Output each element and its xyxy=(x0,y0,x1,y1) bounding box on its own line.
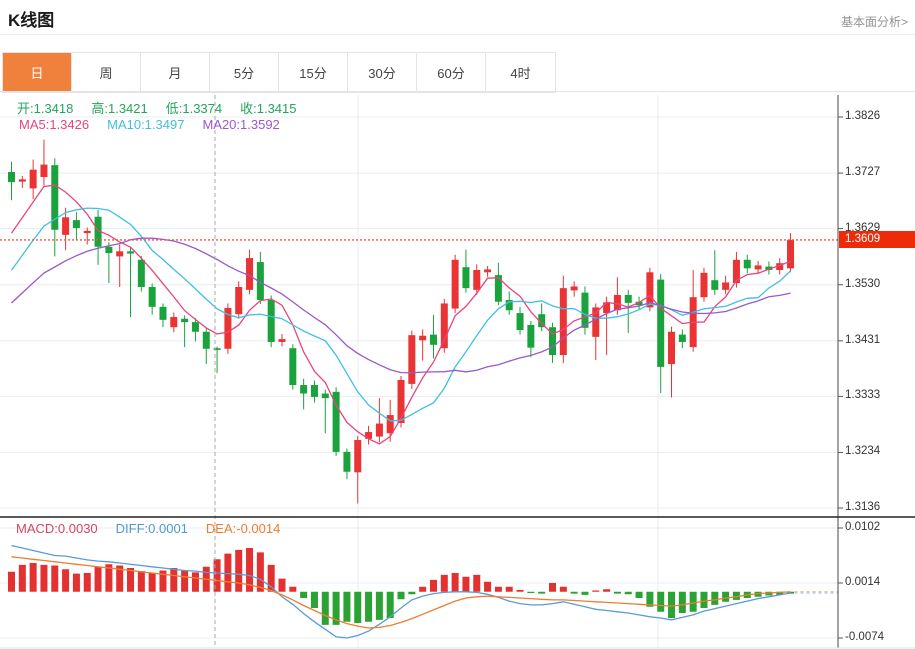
fundamental-analysis-link[interactable]: 基本面分析> xyxy=(841,13,908,30)
legend-item: 低:1.3374 xyxy=(166,98,222,117)
kline-chart[interactable] xyxy=(0,92,838,648)
y-axis-label: 1.3234 xyxy=(845,445,880,457)
y-axis-label: 1.3333 xyxy=(845,389,880,401)
ohlc-legend: 开:1.3418 高:1.3421 低:1.3374 收:1.3415 xyxy=(17,98,315,117)
header-divider xyxy=(0,34,915,35)
tab-周[interactable]: 周 xyxy=(72,53,141,92)
legend-item: MA5:1.3426 xyxy=(19,117,89,132)
legend-item: 高:1.3421 xyxy=(91,98,147,117)
macd-legend: MACD:0.0030 DIFF:0.0001 DEA:-0.0014 xyxy=(16,521,298,536)
legend-item: MACD:0.0030 xyxy=(16,521,98,536)
y-axis-label: -0.0074 xyxy=(845,631,884,643)
y-axis-label: 1.3136 xyxy=(845,501,880,513)
tab-30分[interactable]: 30分 xyxy=(348,53,417,92)
legend-item: DIFF:0.0001 xyxy=(116,521,188,536)
tab-4时[interactable]: 4时 xyxy=(486,53,555,92)
y-axis-label: 0.0014 xyxy=(845,576,880,588)
ma-legend: MA5:1.3426 MA10:1.3497 MA20:1.3592 xyxy=(19,117,298,132)
tab-60分[interactable]: 60分 xyxy=(417,53,486,92)
kline-page: K线图 基本面分析> 日周月5分15分30分60分4时 开:1.3418 高:1.… xyxy=(0,0,915,649)
page-title: K线图 xyxy=(8,6,54,31)
tab-15分[interactable]: 15分 xyxy=(279,53,348,92)
y-axis-label: 1.3431 xyxy=(845,334,880,346)
tab-5分[interactable]: 5分 xyxy=(210,53,279,92)
tab-日[interactable]: 日 xyxy=(3,53,72,92)
legend-item: 收:1.3415 xyxy=(240,98,296,117)
legend-item: DEA:-0.0014 xyxy=(206,521,280,536)
y-axis-label: 1.3826 xyxy=(845,110,880,122)
current-price-tag: 1.3609 xyxy=(839,231,915,248)
tab-月[interactable]: 月 xyxy=(141,53,210,92)
legend-item: MA10:1.3497 xyxy=(107,117,184,132)
legend-item: MA20:1.3592 xyxy=(202,117,279,132)
y-axis-label: 0.0102 xyxy=(845,521,880,533)
y-axis-label: 1.3530 xyxy=(845,278,880,290)
y-axis-label: 1.3727 xyxy=(845,166,880,178)
period-tabbar: 日周月5分15分30分60分4时 xyxy=(2,52,556,93)
legend-item: 开:1.3418 xyxy=(17,98,73,117)
